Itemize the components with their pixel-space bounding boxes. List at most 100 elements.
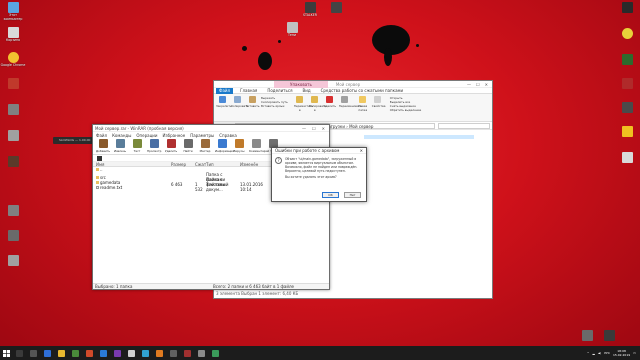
tab-compressed-tools[interactable]: Средства работы со сжатыми папками [318,88,407,94]
tab-share[interactable]: Поделиться [264,88,295,94]
taskbar-app-icon[interactable] [114,349,121,357]
desktop-icon[interactable] [0,205,26,217]
close-icon[interactable]: ✕ [360,148,366,153]
desktop-icon[interactable] [614,102,640,114]
delete-button[interactable]: Удалить [164,139,178,153]
menu-favorites[interactable]: Избранное [163,133,186,138]
app-icon [7,78,19,89]
search-icon[interactable] [16,349,23,357]
menu-help[interactable]: Справка [219,133,237,138]
tab-view[interactable]: Вид [299,88,313,94]
chevron-up-icon[interactable]: ^ [587,351,590,355]
view-button[interactable]: Просмотр [147,139,161,153]
paste-label: Вставить [246,104,260,108]
maximize-icon[interactable]: ☐ [312,126,316,131]
menu-options[interactable]: Параметры [190,133,214,138]
desktop-icon[interactable]: Этот компьютер [0,2,26,22]
copy-button[interactable]: Копировать [231,96,248,108]
context-tab[interactable]: Упаковать [274,80,328,88]
tab-file[interactable]: Файл [216,87,234,94]
taskbar-app-icon[interactable] [212,349,219,357]
taskbar-app-icon[interactable] [156,349,163,357]
close-icon[interactable]: ✕ [322,126,325,131]
extract-button[interactable]: Извлечь [113,139,127,153]
rename-button[interactable]: Переименовать [339,96,362,108]
language-indicator[interactable]: РУС [604,351,610,355]
new-folder-button[interactable]: Новая папка [357,96,369,112]
virus-scan-button[interactable]: Вирусы [232,139,246,153]
taskbar-app-icon[interactable] [142,349,149,357]
taskbar-app-icon[interactable] [198,349,205,357]
chrome-icon [7,52,19,63]
task-view-icon[interactable] [30,349,37,357]
desktop-icon[interactable] [0,104,26,116]
desktop-icon-label: Google Chrome [0,63,26,67]
add-button[interactable]: Добавить [96,139,110,153]
move-to-button[interactable]: Переместить в [294,96,313,112]
desktop-icon-label: Корзина [5,38,21,42]
taskbar-app-icon[interactable] [72,349,79,357]
desktop-icon[interactable] [614,126,640,138]
clock[interactable]: 18:08 15.02.2019 [613,349,630,357]
network-icon[interactable]: ▂ [592,351,594,355]
desktop-icon[interactable] [0,156,26,168]
winrar-taskbar-icon[interactable] [184,349,191,357]
window-title: Мой сервер [335,81,361,87]
search-input[interactable] [438,122,490,129]
folder-up-icon[interactable] [97,155,102,161]
paste-shortcut-button[interactable]: Вставить ярлык [261,104,288,108]
close-icon[interactable]: ✕ [485,82,488,87]
desktop-icon[interactable]: Тени [279,22,305,38]
minimize-icon[interactable]: — [467,82,471,87]
taskbar-app-icon[interactable] [44,349,51,357]
cell-packed: 1 532 [195,182,203,192]
minimize-icon[interactable]: — [302,126,306,131]
desktop-icon[interactable] [614,28,640,40]
properties-button[interactable]: Свойства [372,96,385,108]
maximize-icon[interactable]: ☐ [476,82,480,87]
desktop-icon[interactable] [0,230,26,242]
taskbar: ^ ▂ ◄) РУС 18:08 15.02.2019 ▭ [0,346,640,360]
paste-button[interactable]: Вставить [246,96,260,108]
dialog-text: Объект "ui/main.gamedata", загруженный в… [285,157,363,179]
pin-button[interactable]: Закрепить [216,96,232,108]
winrar-title-bar: Мой сервер.rar - WinRAR (пробная версия)… [93,125,329,132]
desktop-icon[interactable]: STALKER [297,2,323,18]
wizard-button[interactable]: Мастер [198,139,212,153]
desktop-icon[interactable] [323,2,349,14]
desktop-icon[interactable] [0,255,26,267]
desktop-icon[interactable] [614,54,640,66]
volume-icon[interactable]: ◄) [598,351,601,355]
desktop-icon[interactable]: Google Chrome [0,52,26,68]
find-button[interactable]: Найти [181,139,195,153]
desktop-icon[interactable] [614,78,640,90]
no-button[interactable]: Нет [344,192,361,198]
selected-row-highlight[interactable] [364,135,474,139]
window-controls: — ☐ ✕ [302,126,329,131]
desktop-icon[interactable] [0,78,26,90]
desktop-icon[interactable] [614,2,640,14]
error-dialog[interactable]: Ошибки при работе с архивом ✕ ? Объект "… [271,147,367,202]
test-button[interactable]: Тест [130,139,144,153]
start-button[interactable] [0,346,12,360]
info-button[interactable]: Информация [215,139,234,153]
menu-operations[interactable]: Операции [136,133,157,138]
desktop-icon[interactable] [614,152,640,164]
notifications-icon[interactable]: ▭ [633,351,636,355]
desktop-icon[interactable] [574,330,600,342]
comment-button[interactable]: Комментарий [249,139,269,153]
taskbar-app-icon[interactable] [170,349,177,357]
desktop-icon[interactable] [0,130,26,142]
tab-home[interactable]: Главная [237,88,260,94]
file-explorer-icon[interactable] [58,349,65,357]
taskbar-app-icon[interactable] [86,349,93,357]
copy-to-button[interactable]: Копировать в [309,96,326,112]
taskbar-app-icon[interactable] [100,349,107,357]
desktop-icon[interactable]: Корзина [0,27,26,43]
delete-button[interactable]: Удалить [324,96,336,108]
ok-button[interactable]: ОК [322,192,339,198]
taskbar-app-icon[interactable] [128,349,135,357]
menu-commands[interactable]: Команды [112,133,131,138]
invert-selection-button[interactable]: Обратить выделение [390,108,421,112]
menu-file[interactable]: Файл [96,133,107,138]
